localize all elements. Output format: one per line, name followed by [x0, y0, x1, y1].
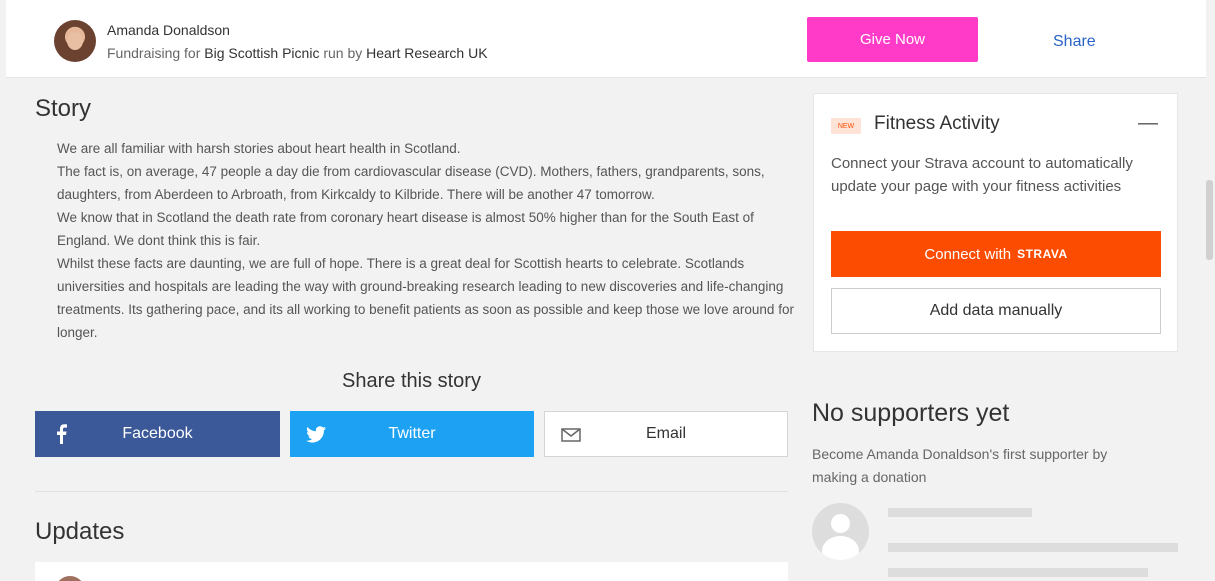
email-icon	[560, 424, 582, 446]
connect-label: Connect with	[924, 245, 1012, 263]
email-share-button[interactable]: Email	[544, 411, 788, 457]
story-paragraph: We are all familiar with harsh stories a…	[57, 141, 461, 156]
scroll-thumb[interactable]	[1206, 180, 1213, 260]
fundraising-line: Fundraising for Big Scottish Picnic run …	[107, 45, 488, 61]
updates-heading: Updates	[35, 518, 125, 545]
event-link[interactable]: Big Scottish Picnic	[204, 45, 319, 61]
run-by-prefix: run by	[323, 45, 363, 61]
facebook-icon	[50, 423, 72, 445]
story-heading: Story	[35, 95, 92, 122]
section-divider	[35, 491, 788, 492]
give-now-button[interactable]: Give Now	[807, 17, 978, 62]
avatar[interactable]	[54, 20, 96, 62]
story-paragraph: We know that in Scotland the death rate …	[57, 210, 754, 248]
placeholder-line	[888, 508, 1032, 517]
facebook-share-button[interactable]: Facebook	[35, 411, 280, 457]
story-paragraph: The fact is, on average, 47 people a day…	[57, 164, 765, 202]
twitter-share-button[interactable]: Twitter	[290, 411, 534, 457]
fundraising-prefix: Fundraising for	[107, 45, 201, 61]
placeholder-line	[888, 543, 1178, 552]
fitness-activity-card: NEW Fitness Activity — Connect your Stra…	[813, 93, 1178, 352]
twitter-icon	[305, 423, 327, 445]
fitness-title: Fitness Activity	[874, 113, 1000, 134]
connect-strava-button[interactable]: Connect with STRAVA	[831, 231, 1161, 277]
share-heading: Share this story	[342, 370, 481, 392]
placeholder-line	[888, 568, 1148, 577]
fitness-description: Connect your Strava account to automatic…	[831, 155, 1133, 195]
share-link[interactable]: Share	[1053, 33, 1096, 51]
strava-logo: STRAVA	[1017, 247, 1068, 261]
user-placeholder-icon	[812, 503, 869, 560]
new-badge: NEW	[831, 118, 861, 134]
fundraiser-header: Amanda Donaldson Fundraising for Big Sco…	[6, 0, 1206, 78]
collapse-icon[interactable]: —	[1138, 112, 1158, 135]
supporters-description: Become Amanda Donaldson's first supporte…	[812, 446, 1108, 485]
fundraiser-name: Amanda Donaldson	[107, 22, 230, 38]
update-card	[35, 562, 788, 581]
supporters-heading: No supporters yet	[812, 399, 1010, 427]
story-paragraph: Whilst these facts are daunting, we are …	[57, 256, 794, 340]
story-body: We are all familiar with harsh stories a…	[57, 137, 797, 344]
page-scrollbar[interactable]	[1204, 80, 1215, 581]
charity-link[interactable]: Heart Research UK	[366, 45, 487, 61]
avatar	[55, 576, 85, 581]
add-data-manually-button[interactable]: Add data manually	[831, 288, 1161, 334]
